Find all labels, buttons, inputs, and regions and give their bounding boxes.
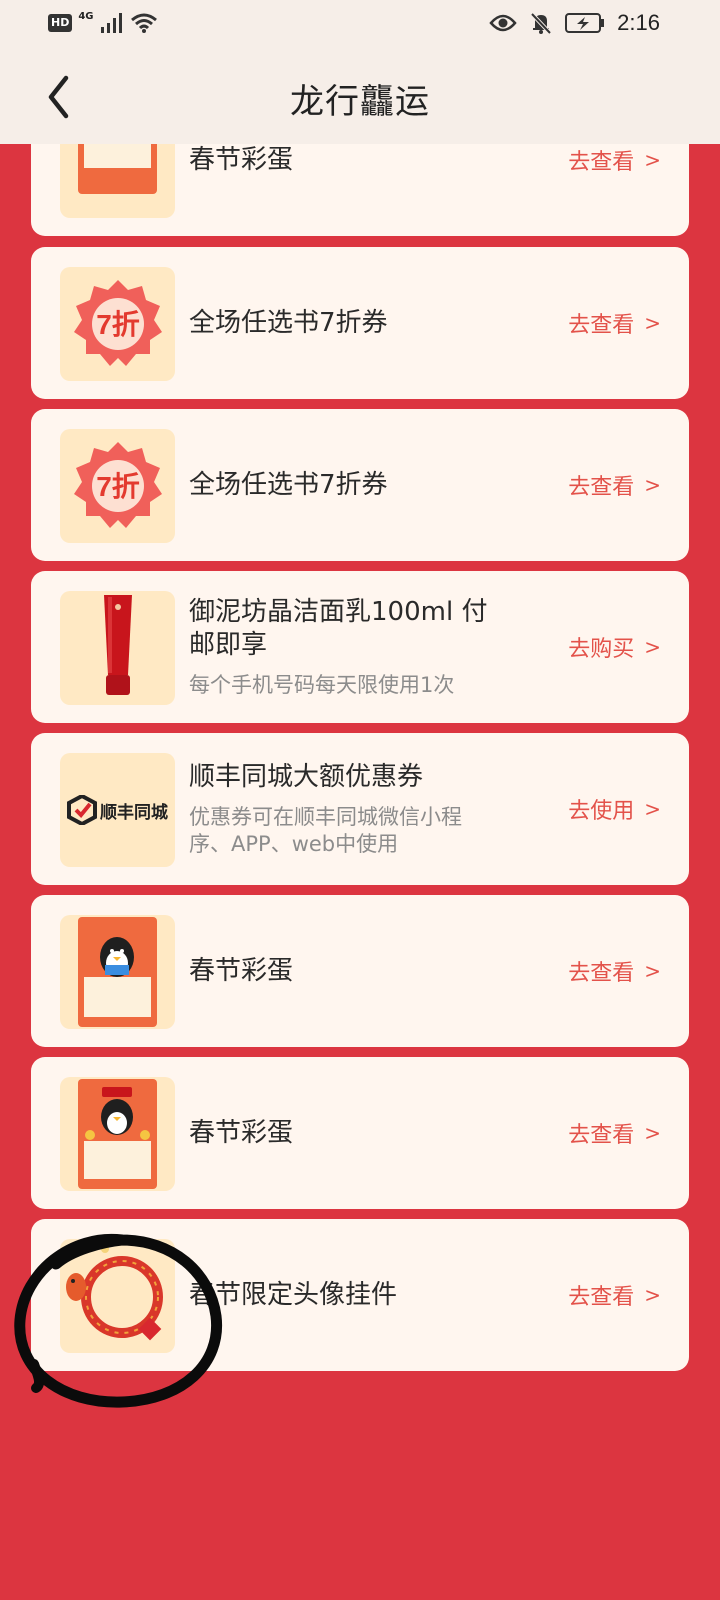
item-thumbnail: 7折 [60,429,175,543]
discount-badge-image: 7折 [73,280,162,366]
item-action-label: 去查看 [568,1285,635,1310]
reward-item-spring-egg[interactable]: 春节彩蛋 去查看 > [31,1057,689,1209]
chevron-right-icon: > [644,473,661,497]
item-action-label: 去购买 [568,637,635,662]
item-info: 顺丰同城大额优惠券 优惠券可在顺丰同城微信小程序、APP、web中使用 [189,733,501,885]
network-type-label: 4G [78,10,94,22]
reward-item-spring-egg[interactable]: 春节彩蛋 去查看 > [31,144,689,236]
item-info: 全场任选书7折券 [189,247,501,399]
item-subtitle: 优惠券可在顺丰同城微信小程序、APP、web中使用 [189,804,462,856]
item-thumbnail: 7折 [60,267,175,381]
egg-card-image [78,144,157,194]
cleanser-tube-image [104,595,132,695]
item-action-label: 去查看 [568,150,635,175]
item-info: 春节彩蛋 [189,895,501,1047]
item-thumbnail: 顺丰同城 [60,753,175,867]
discount-badge-text: 7折 [96,309,140,340]
item-subtitle: 每个手机号码每天限使用1次 [189,672,455,697]
discount-badge-text: 7折 [96,471,140,502]
item-action-link[interactable]: 去查看 > [568,144,661,236]
reward-item-book-coupon[interactable]: 7折 全场任选书7折券 去查看 > [31,247,689,399]
item-action-link[interactable]: 去查看 > [568,1219,661,1371]
item-thumbnail [60,915,175,1029]
item-action-label: 去查看 [568,313,635,338]
reward-list[interactable]: 春节彩蛋 去查看 > 7折 全场任选书7折券 去查看 > 7折 全场任选书7折券… [0,144,720,1600]
item-title: 全场任选书7折券 [189,307,388,338]
item-thumbnail [60,1077,175,1191]
item-title: 春节彩蛋 [189,955,294,986]
item-title: 顺丰同城大额优惠券 [189,761,424,792]
item-action-link[interactable]: 去查看 > [568,247,661,399]
chevron-right-icon: > [644,1283,661,1307]
hd-badge: HD [48,14,73,32]
status-bar: HD 4G 2:16 [0,0,720,50]
reward-item-spring-egg[interactable]: 春节彩蛋 去查看 > [31,895,689,1047]
status-right: 2:16 [489,10,660,36]
item-thumbnail [60,144,175,218]
dragon-avatar-frame-image [66,1245,163,1341]
item-title: 春节限定头像挂件 [189,1279,398,1310]
item-action-link[interactable]: 去购买 > [568,571,661,723]
wifi-icon [130,13,157,33]
item-thumbnail [60,591,175,705]
item-title: 全场任选书7折券 [189,469,388,500]
item-info: 全场任选书7折券 [189,409,501,561]
top-nav-bar: 龙行龘运 [0,50,720,144]
item-action-label: 去查看 [568,961,635,986]
reward-item-sf-coupon[interactable]: 顺丰同城 顺丰同城大额优惠券 优惠券可在顺丰同城微信小程序、APP、web中使用… [31,733,689,885]
sf-logo-mark-icon [67,795,97,825]
battery-charging-icon [565,13,605,33]
item-info: 春节限定头像挂件 [189,1219,501,1371]
wealth-penguin-card-image [78,1079,157,1189]
penguin-card-image [78,917,157,1027]
chevron-right-icon: > [644,148,661,172]
item-action-label: 去使用 [568,799,635,824]
discount-badge-image: 7折 [73,442,162,528]
item-title: 春节彩蛋 [189,1117,294,1148]
reward-item-book-coupon[interactable]: 7折 全场任选书7折券 去查看 > [31,409,689,561]
signal-icon [100,13,122,33]
sf-city-logo: 顺丰同城 [67,795,168,825]
chevron-right-icon: > [644,797,661,821]
chevron-right-icon: > [644,959,661,983]
item-title: 御泥坊晶洁面乳100ml 付邮即享 [189,596,488,660]
bell-muted-icon [530,12,552,35]
item-action-link[interactable]: 去查看 > [568,895,661,1047]
item-action-link[interactable]: 去使用 > [568,733,661,885]
chevron-right-icon: > [644,635,661,659]
chevron-right-icon: > [644,311,661,335]
status-left: HD 4G [48,10,158,34]
item-action-label: 去查看 [568,1123,635,1148]
status-time: 2:16 [617,10,660,35]
item-action-label: 去查看 [568,475,635,500]
page-title: 龙行龘运 [290,82,430,122]
item-action-link[interactable]: 去查看 > [568,409,661,561]
chevron-right-icon: > [644,1121,661,1145]
item-info: 春节彩蛋 [189,1057,501,1209]
item-info: 春节彩蛋 [189,144,501,236]
sf-logo-text: 顺丰同城 [100,802,168,823]
item-action-link[interactable]: 去查看 > [568,1057,661,1209]
item-thumbnail [60,1239,175,1353]
item-title: 春节彩蛋 [189,144,294,175]
reward-item-avatar-pendant[interactable]: 春节限定头像挂件 去查看 > [31,1219,689,1371]
reward-item-cleanser[interactable]: 御泥坊晶洁面乳100ml 付邮即享 每个手机号码每天限使用1次 去购买 > [31,571,689,723]
item-info: 御泥坊晶洁面乳100ml 付邮即享 每个手机号码每天限使用1次 [189,571,501,723]
eye-icon [489,14,517,32]
